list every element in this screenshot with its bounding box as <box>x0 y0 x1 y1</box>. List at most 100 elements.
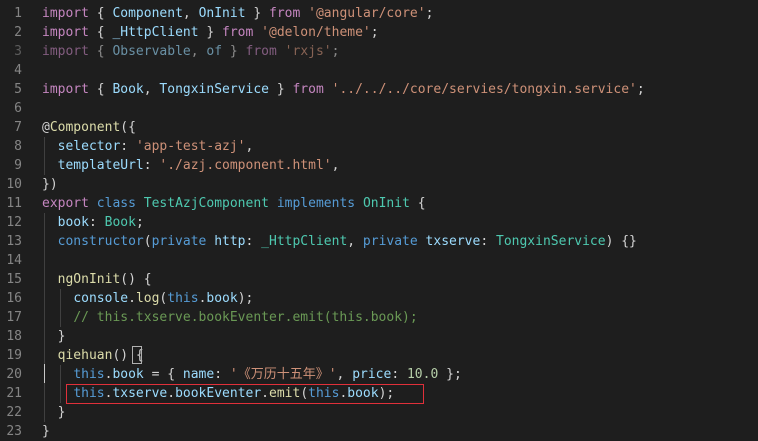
code-line[interactable]: 10}) <box>0 175 758 194</box>
code-line[interactable]: 1 import { Component, OnInit } from '@ang… <box>0 4 758 23</box>
code-token: book <box>57 215 89 230</box>
code-line[interactable]: 5 import { Book, TongxinService } from '.… <box>0 80 758 99</box>
code-line[interactable]: 6 <box>0 99 758 118</box>
code-token: import <box>42 25 89 40</box>
code-line[interactable]: 9 templateUrl: './azj.component.html', <box>0 156 758 175</box>
line-number: 1 <box>14 6 22 21</box>
code-text: selector: 'app-test-azj', <box>42 137 254 156</box>
code-token: _HttpClient <box>112 25 199 40</box>
code-line[interactable]: 11 export class TestAzjComponent implemen… <box>0 194 758 213</box>
code-line[interactable]: 14 <box>0 251 758 270</box>
code-token: ); <box>237 291 254 306</box>
code-token: } <box>42 405 66 420</box>
line-number: 21 <box>6 386 22 401</box>
code-token: import <box>42 44 89 59</box>
code-line[interactable]: 16 console.log(this.book); <box>0 289 758 308</box>
code-token: @ <box>42 120 50 135</box>
code-token: }) <box>42 177 58 192</box>
line-number: 19 <box>6 348 22 363</box>
code-line[interactable]: 4 <box>0 61 758 80</box>
code-line[interactable]: 19 qiehuan() { <box>0 346 758 365</box>
code-token: }; <box>438 367 462 382</box>
code-token: ; <box>636 82 645 97</box>
code-token: ngOnInit <box>57 272 121 287</box>
code-token: : <box>480 234 496 249</box>
code-token: } <box>42 424 50 439</box>
code-token: price <box>352 367 392 382</box>
code-token: export <box>42 196 89 211</box>
code-editor[interactable]: 1 import { Component, OnInit } from '@ang… <box>0 0 758 440</box>
code-text: } <box>42 327 66 346</box>
line-number: 7 <box>14 120 22 135</box>
code-token: , <box>143 82 160 97</box>
code-line[interactable]: 22 } <box>0 403 758 422</box>
code-token: from <box>245 44 277 59</box>
line-number: 5 <box>14 82 22 97</box>
code-token: implements <box>276 196 356 211</box>
code-text: // this.txserve.bookEventer.emit(this.bo… <box>42 308 417 327</box>
red-highlight-box <box>66 384 424 404</box>
line-number: 15 <box>6 272 22 287</box>
code-line[interactable]: 17 // this.txserve.bookEventer.emit(this… <box>0 308 758 327</box>
code-token: Component <box>112 6 183 21</box>
indent-guide <box>44 213 45 422</box>
code-token: OnInit <box>198 6 246 21</box>
code-token: log <box>135 291 160 306</box>
code-token: } <box>245 6 270 21</box>
line-number: 16 <box>6 291 22 306</box>
code-token: 'app-test-azj' <box>135 139 246 154</box>
code-token: selector <box>57 139 121 154</box>
code-token: , <box>245 139 254 154</box>
code-token: } <box>222 44 246 59</box>
code-token: { <box>88 82 113 97</box>
code-line[interactable]: 8 selector: 'app-test-azj', <box>0 137 758 156</box>
code-text: }) <box>42 175 58 194</box>
code-token: } <box>42 329 66 344</box>
line-number: 18 <box>6 329 22 344</box>
code-line[interactable]: 15 ngOnInit() { <box>0 270 758 289</box>
line-number: 9 <box>14 158 22 173</box>
line-number: 12 <box>6 215 22 230</box>
code-line[interactable]: 3 import { Observable, of } from 'rxjs'; <box>0 42 758 61</box>
code-token: '《万历十五年》' <box>229 367 337 382</box>
code-line[interactable]: 7 @Component({ <box>0 118 758 137</box>
line-number: 8 <box>14 139 22 154</box>
code-text: export class TestAzjComponent implements… <box>42 194 426 213</box>
code-text: } <box>42 422 50 441</box>
code-line[interactable]: 20 this.book = { name: '《万历十五年》', price:… <box>0 365 758 384</box>
code-token: Book <box>112 82 144 97</box>
code-token: Book <box>104 215 136 230</box>
code-token: './azj.component.html' <box>159 158 332 173</box>
code-token: . <box>128 291 136 306</box>
code-token: qiehuan <box>57 348 113 363</box>
code-token: ({ <box>120 120 136 135</box>
code-token: , <box>331 158 340 173</box>
code-text: book: Book; <box>42 213 144 232</box>
code-line[interactable]: 12 book: Book; <box>0 213 758 232</box>
code-token: { <box>88 44 113 59</box>
code-text: console.log(this.book); <box>42 289 253 308</box>
code-token: Observable <box>112 44 191 59</box>
code-line[interactable]: 23} <box>0 422 758 441</box>
code-line[interactable]: 2 import { _HttpClient } from '@delon/the… <box>0 23 758 42</box>
line-number: 3 <box>14 44 22 59</box>
code-token: import <box>42 82 89 97</box>
code-token: '../../../core/servies/tongxin.service' <box>331 82 637 97</box>
code-token: constructor <box>57 234 144 249</box>
code-token: name <box>182 367 215 382</box>
code-token: book <box>112 367 144 382</box>
code-token: ) {} <box>605 234 637 249</box>
code-text: import { Book, TongxinService } from '..… <box>42 80 645 99</box>
code-text: this.book = { name: '《万历十五年》', price: 10… <box>42 365 462 384</box>
code-line[interactable]: 13 constructor(private http: _HttpClient… <box>0 232 758 251</box>
code-line[interactable]: 18 } <box>0 327 758 346</box>
code-token: } <box>198 25 223 40</box>
